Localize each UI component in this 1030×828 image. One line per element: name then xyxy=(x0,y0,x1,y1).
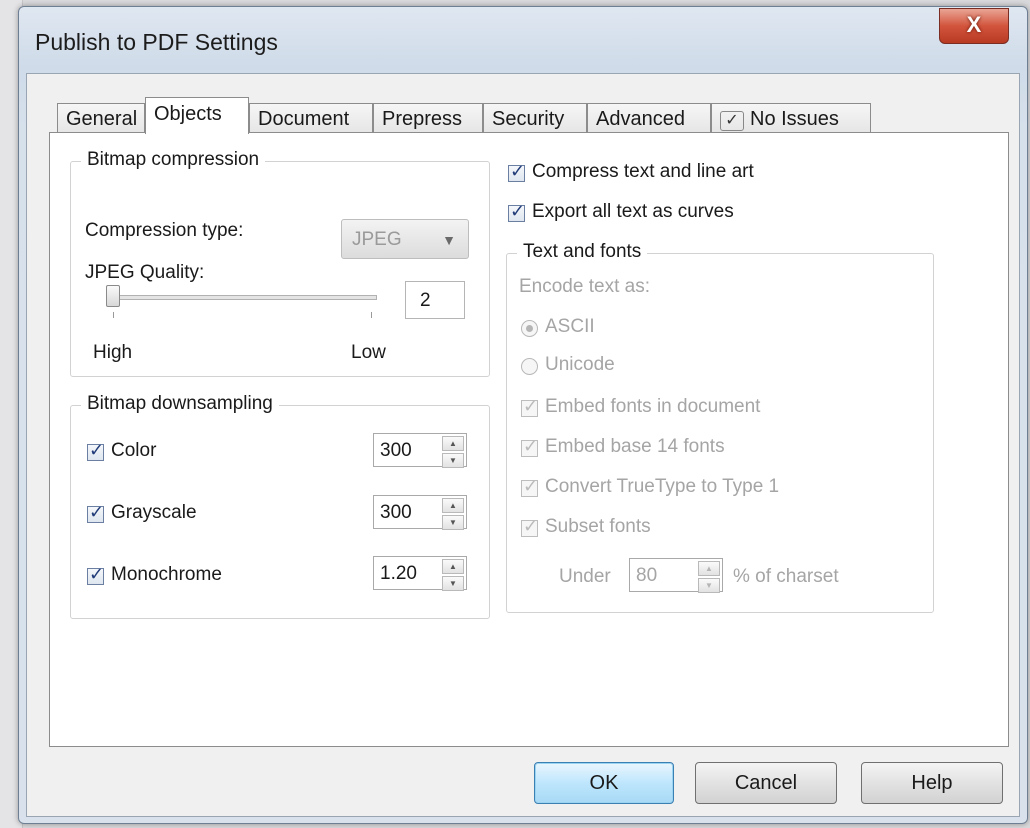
check-icon: ✓ xyxy=(89,502,105,522)
export-curves-checkbox[interactable]: ✓ xyxy=(508,201,525,222)
chevron-down-icon: ▼ xyxy=(442,232,456,248)
group-title: Bitmap downsampling xyxy=(81,393,279,415)
monochrome-checkbox[interactable]: ✓ xyxy=(87,564,104,585)
checkmark-icon: ✓ xyxy=(720,111,744,131)
help-button[interactable]: Help xyxy=(861,762,1003,804)
jpeg-quality-label: JPEG Quality: xyxy=(85,262,205,283)
unicode-radio[interactable] xyxy=(521,358,538,375)
objects-tab-panel: Bitmap compression Compression type: JPE… xyxy=(49,132,1009,747)
compression-type-select[interactable]: JPEG ▼ xyxy=(341,219,469,259)
color-label: Color xyxy=(111,440,157,461)
bitmap-downsampling-group: Bitmap downsampling ✓ Color 300 ▲ ▼ ✓ Gra… xyxy=(70,393,490,619)
tab-label: Prepress xyxy=(382,108,463,130)
grayscale-label: Grayscale xyxy=(111,502,197,523)
spin-up-icon[interactable]: ▲ xyxy=(442,436,464,451)
color-dpi-value: 300 xyxy=(380,440,412,461)
group-title: Bitmap compression xyxy=(81,149,266,171)
spin-down-icon[interactable]: ▼ xyxy=(442,453,464,468)
embed-fonts-checkbox[interactable]: ✓ xyxy=(521,396,538,417)
export-curves-label: Export all text as curves xyxy=(532,201,734,222)
bitmap-compression-group: Bitmap compression Compression type: JPE… xyxy=(70,149,490,377)
radio-dot xyxy=(526,325,533,332)
tab-label: General xyxy=(66,108,138,130)
tab-label: No Issues xyxy=(750,108,839,130)
ok-button[interactable]: OK xyxy=(534,762,674,804)
under-label: Under xyxy=(559,566,611,587)
embed-base14-label: Embed base 14 fonts xyxy=(545,436,725,457)
check-icon: ✓ xyxy=(89,564,105,584)
tab-document[interactable]: Document xyxy=(249,103,373,132)
high-label: High xyxy=(93,342,133,363)
monochrome-dpi-value: 1.20 xyxy=(380,563,417,584)
tab-label: Document xyxy=(258,108,350,130)
cancel-button[interactable]: Cancel xyxy=(695,762,837,804)
check-icon: ✓ xyxy=(523,476,539,496)
tab-label: Security xyxy=(492,108,565,130)
tab-prepress[interactable]: Prepress xyxy=(373,103,483,132)
spin-down-icon[interactable]: ▼ xyxy=(442,515,464,530)
check-icon: ✓ xyxy=(510,161,526,181)
grayscale-checkbox[interactable]: ✓ xyxy=(87,502,104,523)
convert-truetype-checkbox[interactable]: ✓ xyxy=(521,476,538,497)
group-title: Text and fonts xyxy=(517,241,648,263)
subset-fonts-checkbox[interactable]: ✓ xyxy=(521,516,538,537)
charset-label: % of charset xyxy=(733,566,839,587)
ascii-label: ASCII xyxy=(545,316,595,337)
tab-security[interactable]: Security xyxy=(483,103,587,132)
tab-general[interactable]: General xyxy=(57,103,145,132)
dialog-client-area: General Objects Document Prepress Securi… xyxy=(26,73,1020,817)
tab-advanced[interactable]: Advanced xyxy=(587,103,711,132)
check-icon: ✓ xyxy=(523,396,539,416)
slider-tick xyxy=(113,312,114,318)
low-label: Low xyxy=(351,342,386,363)
encode-text-label: Encode text as: xyxy=(519,276,650,297)
jpeg-quality-slider-track[interactable] xyxy=(109,295,377,300)
check-icon: ✓ xyxy=(523,436,539,456)
jpeg-quality-slider-thumb[interactable] xyxy=(106,285,120,307)
tab-label: Advanced xyxy=(596,108,685,130)
slider-tick xyxy=(371,312,372,318)
ascii-radio[interactable] xyxy=(521,320,538,337)
text-and-fonts-group: Text and fonts Encode text as: ASCII Uni… xyxy=(506,241,934,613)
convert-truetype-label: Convert TrueType to Type 1 xyxy=(545,476,780,497)
compression-type-value: JPEG xyxy=(352,229,402,250)
check-icon: ✓ xyxy=(89,440,105,460)
grayscale-dpi-value: 300 xyxy=(380,502,412,523)
tab-label: Objects xyxy=(154,103,222,125)
subset-fonts-label: Subset fonts xyxy=(545,516,651,537)
publish-pdf-dialog: Publish to PDF Settings X General Object… xyxy=(18,6,1028,824)
grayscale-dpi-stepper[interactable]: 300 ▲ ▼ xyxy=(373,495,467,530)
tab-objects[interactable]: Objects xyxy=(145,97,249,134)
spin-up-icon[interactable]: ▲ xyxy=(442,559,464,574)
subset-percent-stepper[interactable]: 80 ▲ ▼ xyxy=(629,558,723,593)
monochrome-dpi-stepper[interactable]: 1.20 ▲ ▼ xyxy=(373,556,467,591)
embed-fonts-label: Embed fonts in document xyxy=(545,396,761,417)
spin-down-icon[interactable]: ▼ xyxy=(698,578,720,593)
subset-percent-value: 80 xyxy=(636,565,658,586)
dialog-title: Publish to PDF Settings xyxy=(35,29,278,55)
spin-down-icon[interactable]: ▼ xyxy=(442,576,464,591)
tab-no-issues[interactable]: ✓ No Issues xyxy=(711,103,871,132)
jpeg-quality-value: 2 xyxy=(420,290,431,311)
check-icon: ✓ xyxy=(510,201,526,221)
color-checkbox[interactable]: ✓ xyxy=(87,440,104,461)
color-dpi-stepper[interactable]: 300 ▲ ▼ xyxy=(373,433,467,468)
unicode-label: Unicode xyxy=(545,354,615,375)
close-button[interactable]: X xyxy=(939,8,1009,44)
check-icon: ✓ xyxy=(523,516,539,536)
embed-base14-checkbox[interactable]: ✓ xyxy=(521,436,538,457)
jpeg-quality-input[interactable]: 2 xyxy=(405,281,465,319)
spin-up-icon[interactable]: ▲ xyxy=(698,561,720,576)
close-icon: X xyxy=(966,12,982,37)
spin-up-icon[interactable]: ▲ xyxy=(442,498,464,513)
monochrome-label: Monochrome xyxy=(111,564,222,585)
compression-type-label: Compression type: xyxy=(85,220,244,241)
compress-text-label: Compress text and line art xyxy=(532,161,754,182)
title-bar[interactable]: Publish to PDF Settings X xyxy=(19,7,1027,77)
compress-text-checkbox[interactable]: ✓ xyxy=(508,161,525,182)
